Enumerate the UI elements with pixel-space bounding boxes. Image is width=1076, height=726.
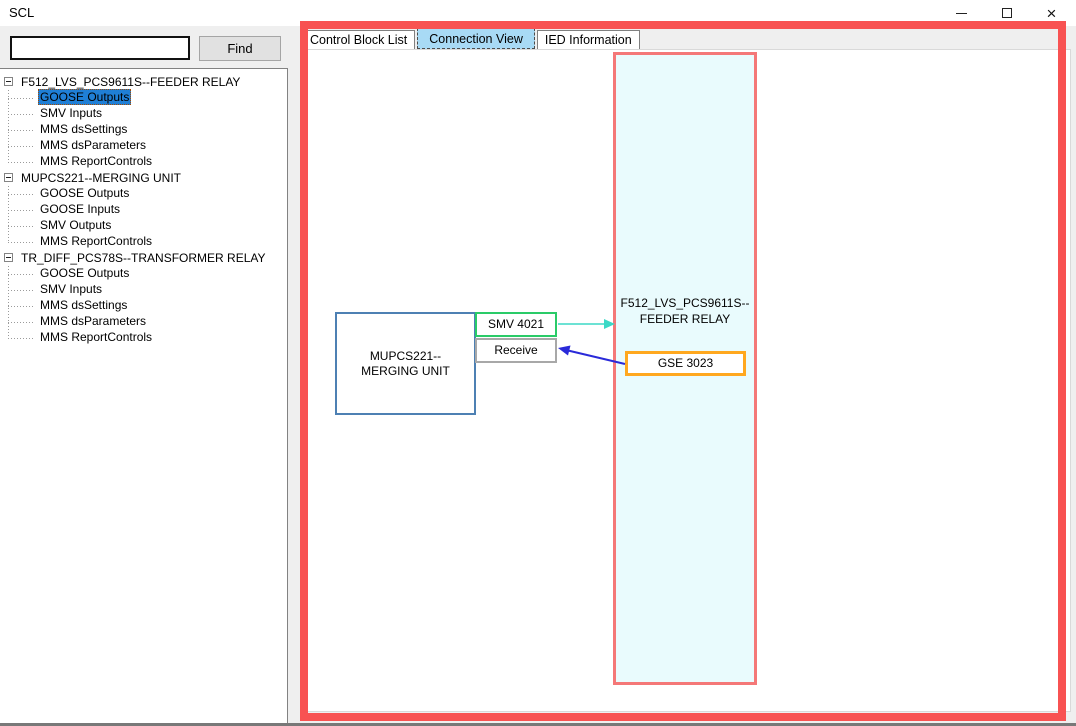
window-controls: × [939,0,1074,26]
smv-port-node[interactable]: SMV 4021 [475,312,557,337]
maximize-button[interactable] [984,0,1029,26]
find-button[interactable]: Find [199,36,281,61]
window-title: SCL [9,5,34,20]
tree-child-item[interactable]: SMV Inputs [0,282,287,298]
tree-child-item[interactable]: SMV Outputs [0,218,287,234]
tree-child-item[interactable]: MMS dsSettings [0,298,287,314]
tree-children-group: GOOSE OutputsSMV InputsMMS dsSettingsMMS… [0,90,287,170]
gse-block-label: GSE 3023 [658,356,713,371]
tree-child-label[interactable]: GOOSE Outputs [38,265,131,281]
tree-child-label[interactable]: MMS dsParameters [38,313,148,329]
tree-children-group: GOOSE OutputsGOOSE InputsSMV OutputsMMS … [0,186,287,250]
tab-control-block-list[interactable]: Control Block List [302,30,415,49]
gse-block-node[interactable]: GSE 3023 [625,351,746,376]
tree-child-label[interactable]: SMV Inputs [38,281,104,297]
tree-child-label[interactable]: GOOSE Outputs [38,185,131,201]
title-bar: SCL × [0,0,1076,26]
close-button[interactable]: × [1029,0,1074,26]
merging-unit-node[interactable]: MUPCS221--MERGING UNIT [335,312,476,415]
receive-port-label: Receive [494,343,537,358]
tree-root-label: MUPCS221--MERGING UNIT [21,171,181,185]
tree-child-label[interactable]: MMS ReportControls [38,153,154,169]
tree-child-item[interactable]: MMS ReportControls [0,234,287,250]
tree-root-label: TR_DIFF_PCS78S--TRANSFORMER RELAY [21,251,265,265]
minimize-button[interactable] [939,0,984,26]
tree-child-item[interactable]: GOOSE Outputs [0,186,287,202]
tree-child-label[interactable]: GOOSE Inputs [38,201,122,217]
tree-child-label[interactable]: MMS dsParameters [38,137,148,153]
tab-connection-view[interactable]: Connection View [417,28,535,49]
search-input[interactable] [10,36,190,60]
tree-selected-item-label[interactable]: GOOSE Outputs [38,89,131,105]
tab-ied-information[interactable]: IED Information [537,30,640,49]
tree-root-item[interactable]: F512_LVS_PCS9611S--FEEDER RELAY [0,74,287,90]
collapse-minus-icon[interactable] [4,173,13,182]
tree-root-item[interactable]: TR_DIFF_PCS78S--TRANSFORMER RELAY [0,250,287,266]
tree-child-item[interactable]: MMS dsParameters [0,138,287,154]
tree-child-item[interactable]: MMS dsSettings [0,122,287,138]
tree-child-item[interactable]: SMV Inputs [0,106,287,122]
maximize-icon [1002,8,1012,18]
collapse-minus-icon[interactable] [4,253,13,262]
tree-root-item[interactable]: MUPCS221--MERGING UNIT [0,170,287,186]
tree-child-label[interactable]: SMV Outputs [38,217,113,233]
tree-child-label[interactable]: MMS ReportControls [38,329,154,345]
close-icon: × [1047,5,1057,22]
device-tree[interactable]: F512_LVS_PCS9611S--FEEDER RELAYGOOSE Out… [0,68,288,726]
minimize-icon [956,13,967,14]
tree-child-item[interactable]: MMS dsParameters [0,314,287,330]
smv-port-label: SMV 4021 [488,317,544,332]
tree-child-item[interactable]: MMS ReportControls [0,154,287,170]
tree-child-item[interactable]: GOOSE Inputs [0,202,287,218]
tree-child-label[interactable]: MMS ReportControls [38,233,154,249]
tree-child-label[interactable]: MMS dsSettings [38,121,129,137]
receive-port-node[interactable]: Receive [475,338,557,363]
tree-root-label: F512_LVS_PCS9611S--FEEDER RELAY [21,75,240,89]
feeder-relay-label: F512_LVS_PCS9611S--FEEDER RELAY [616,295,754,327]
tree-child-label[interactable]: MMS dsSettings [38,297,129,313]
tree-child-item[interactable]: GOOSE Outputs [0,266,287,282]
tree-child-label[interactable]: SMV Inputs [38,105,104,121]
collapse-minus-icon[interactable] [4,77,13,86]
tree-child-item[interactable]: GOOSE Outputs [0,90,287,106]
tree-child-item[interactable]: MMS ReportControls [0,330,287,346]
tree-children-group: GOOSE OutputsSMV InputsMMS dsSettingsMMS… [0,266,287,346]
tab-bar: Control Block ListConnection ViewIED Inf… [302,30,642,50]
merging-unit-label: MUPCS221--MERGING UNIT [345,349,466,379]
